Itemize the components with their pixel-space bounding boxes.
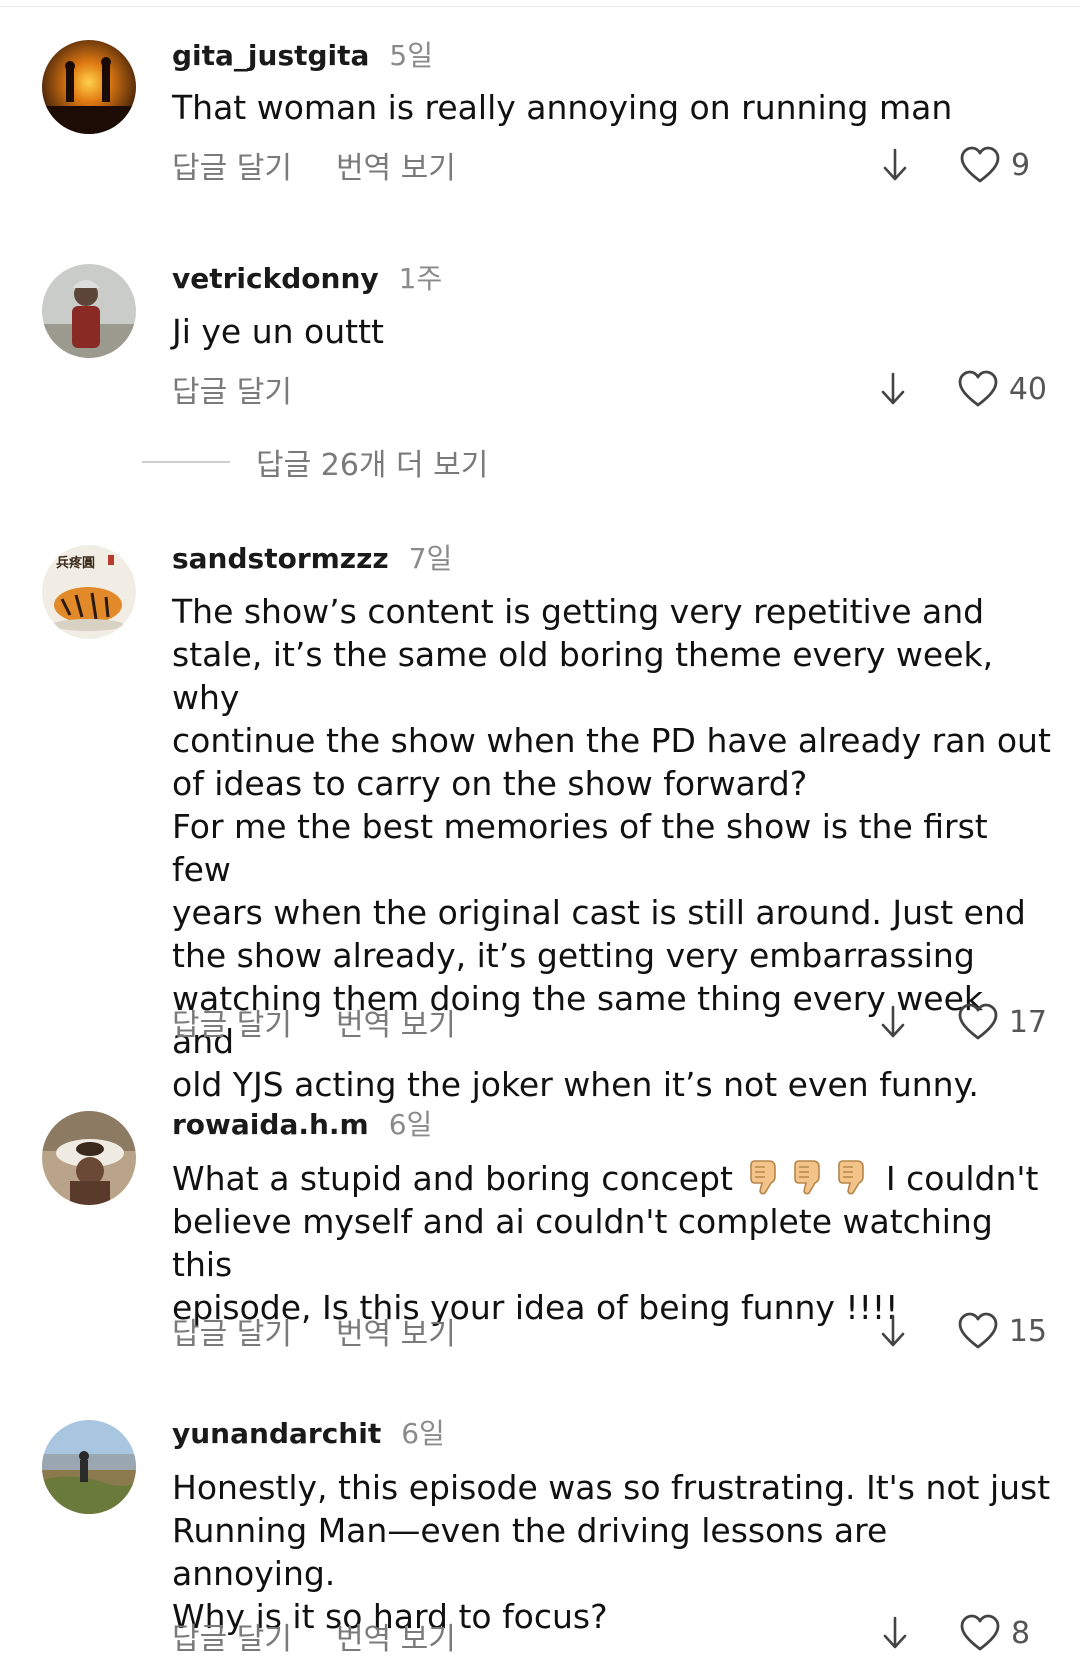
timestamp: 6일: [401, 1417, 445, 1450]
like-count: 8: [1011, 1615, 1031, 1651]
reply-button[interactable]: 답글 달기: [172, 1309, 292, 1353]
translate-button[interactable]: 번역 보기: [336, 1614, 456, 1658]
comment-line: Ji ye un outtt: [172, 312, 384, 351]
down-arrow-icon[interactable]: [881, 148, 909, 182]
timestamp: 7일: [408, 542, 453, 575]
like-count: 40: [1008, 371, 1047, 407]
comment-line: The show’s content is getting very repet…: [172, 592, 985, 631]
heart-outline-icon[interactable]: [957, 1003, 999, 1041]
comment-line: What a stupid and boring concept I could…: [172, 1157, 1052, 1200]
comment-line: believe myself and ai couldn't complete …: [172, 1202, 993, 1284]
reply-button[interactable]: 답글 달기: [172, 1000, 292, 1044]
down-arrow-icon[interactable]: [881, 1616, 909, 1650]
comment-text: What a stupid and boring concept I could…: [172, 1157, 1052, 1329]
comment-line: For me the best memories of the show is …: [172, 807, 988, 889]
view-more-replies[interactable]: 답글 26개 더 보기: [142, 440, 488, 484]
like-count: 9: [1011, 147, 1031, 183]
view-more-replies-label[interactable]: 답글 26개 더 보기: [256, 440, 488, 484]
translate-button[interactable]: 번역 보기: [336, 143, 456, 187]
avatar[interactable]: [42, 40, 136, 134]
comment-line: years when the original cast is still ar…: [172, 893, 1026, 932]
divider-line: [142, 461, 230, 463]
username[interactable]: rowaida.h.m: [172, 1108, 369, 1141]
translate-button[interactable]: 번역 보기: [336, 1309, 456, 1353]
username[interactable]: vetrickdonny: [172, 262, 379, 295]
down-arrow-icon[interactable]: [879, 372, 907, 406]
like-count: 17: [1008, 1004, 1047, 1040]
username[interactable]: gita_justgita: [172, 39, 369, 72]
avatar[interactable]: [42, 264, 136, 358]
heart-outline-icon[interactable]: [959, 146, 1001, 184]
comment-line: Running Man—even the driving lessons are…: [172, 1511, 888, 1593]
svg-text:兵疼圓: 兵疼圓: [56, 555, 95, 571]
timestamp: 5일: [389, 39, 433, 72]
like-count: 15: [1008, 1313, 1047, 1349]
avatar[interactable]: [42, 1420, 136, 1514]
comment-text-part: What a stupid and boring concept: [172, 1159, 733, 1198]
avatar[interactable]: 兵疼圓: [42, 545, 136, 639]
timestamp: 1주: [398, 262, 443, 295]
thumbs-down-emoji-icon: [794, 1160, 821, 1195]
reply-button[interactable]: 답글 달기: [172, 143, 292, 187]
comment-line: stale, it’s the same old boring theme ev…: [172, 635, 994, 717]
username[interactable]: sandstormzzz: [172, 542, 389, 575]
comment-line: the show already, it’s getting very emba…: [172, 936, 975, 975]
top-divider: [0, 6, 1080, 7]
comment-text-part: I couldn't: [885, 1159, 1039, 1198]
comment-text: Honestly, this episode was so frustratin…: [172, 1466, 1052, 1638]
comment-line: continue the show when the PD have alrea…: [172, 721, 1051, 760]
translate-button[interactable]: 번역 보기: [336, 1000, 456, 1044]
reply-button[interactable]: 답글 달기: [172, 1614, 292, 1658]
thumbs-down-emoji-icon: [750, 1160, 777, 1195]
heart-outline-icon[interactable]: [957, 370, 999, 408]
thumbs-down-emoji-icon: [838, 1160, 865, 1195]
down-arrow-icon[interactable]: [879, 1314, 907, 1348]
comment-line: That woman is really annoying on running…: [172, 88, 953, 127]
heart-outline-icon[interactable]: [959, 1614, 1001, 1652]
down-arrow-icon[interactable]: [879, 1005, 907, 1039]
username[interactable]: yunandarchit: [172, 1417, 381, 1450]
comment-line: of ideas to carry on the show forward?: [172, 764, 808, 803]
reply-button[interactable]: 답글 달기: [172, 367, 292, 411]
comment-line: old YJS acting the joker when it’s not e…: [172, 1065, 979, 1104]
avatar[interactable]: [42, 1111, 136, 1205]
timestamp: 6일: [388, 1108, 433, 1141]
heart-outline-icon[interactable]: [957, 1312, 999, 1350]
comment-text: That woman is really annoying on running…: [172, 86, 1052, 129]
comment-line: Honestly, this episode was so frustratin…: [172, 1468, 1051, 1507]
comment-text: Ji ye un outtt: [172, 310, 1052, 353]
